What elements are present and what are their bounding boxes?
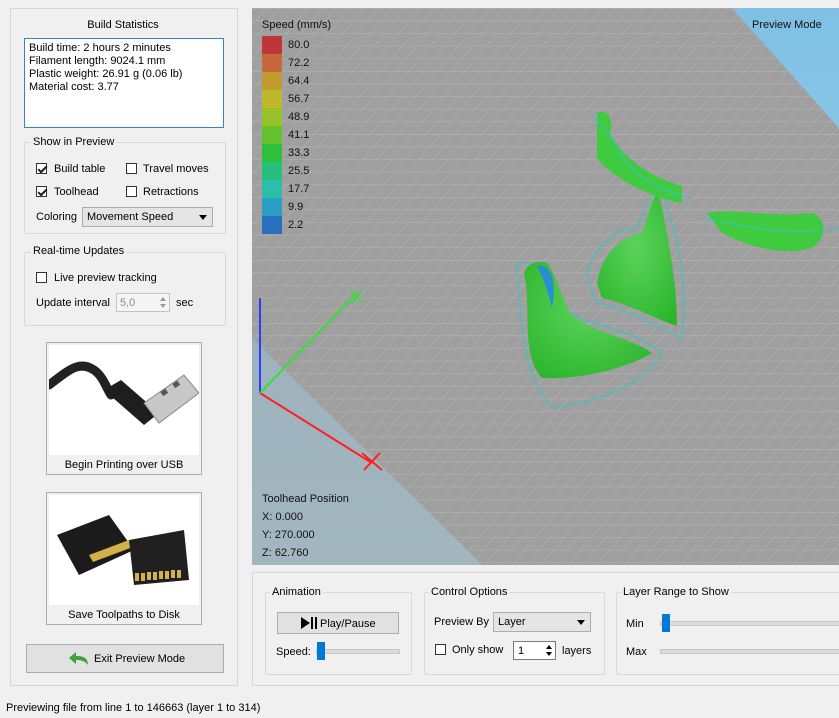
pause-bars-icon [311, 617, 317, 629]
only-show-label: Only show [452, 644, 504, 656]
update-interval-unit: sec [176, 297, 194, 309]
legend-value-9: 9.9 [288, 201, 304, 213]
min-slider-handle[interactable] [662, 614, 670, 632]
legend-swatch-0 [262, 36, 282, 54]
spin-down-icon[interactable] [546, 652, 552, 656]
coloring-label: Coloring [36, 211, 77, 223]
preview-by-value: Layer [498, 616, 526, 628]
legend-value-1: 72.2 [288, 57, 310, 69]
legend-swatch-9 [262, 198, 282, 216]
only-show-checkbox[interactable] [435, 644, 446, 655]
realtime-title: Real-time Updates [31, 245, 127, 257]
speed-slider-handle[interactable] [317, 642, 325, 660]
exit-button-label: Exit Preview Mode [94, 653, 186, 665]
toolhead-x: X: 0.000 [262, 511, 303, 523]
speed-legend-title: Speed (mm/s) [262, 19, 332, 31]
legend-swatch-2 [262, 72, 282, 90]
control-options-group [424, 592, 605, 675]
sd-card-icon [57, 515, 189, 585]
live-preview-label: Live preview tracking [54, 272, 157, 284]
preview-mode-label: Preview Mode [752, 19, 822, 31]
legend-swatch-7 [262, 162, 282, 180]
chevron-down-icon [577, 620, 585, 625]
coloring-value: Movement Speed [87, 211, 174, 223]
usb-image [49, 345, 199, 455]
preview-by-select[interactable]: Layer [493, 612, 591, 632]
legend-swatch-5 [262, 126, 282, 144]
legend-value-6: 33.3 [288, 147, 310, 159]
stat-material-cost: Material cost: 3.77 [29, 81, 119, 93]
toolhead-position-title: Toolhead Position [262, 493, 349, 505]
stat-build-time: Build time: 2 hours 2 minutes [29, 42, 171, 54]
control-options-title: Control Options [429, 586, 510, 598]
spin-up-icon[interactable] [546, 645, 552, 649]
retractions-checkbox[interactable] [126, 186, 137, 197]
min-slider-track[interactable] [660, 621, 839, 626]
legend-value-4: 48.9 [288, 111, 310, 123]
toolhead-label: Toolhead [54, 186, 99, 198]
show-in-preview-title: Show in Preview [31, 136, 117, 148]
spin-up-icon[interactable] [160, 297, 166, 301]
stat-plastic-weight: Plastic weight: 26.91 g (0.06 lb) [29, 68, 183, 80]
update-interval-spinbox[interactable]: 5,0 [116, 293, 170, 312]
update-interval-value: 5,0 [120, 297, 136, 309]
play-pause-icon [301, 617, 310, 629]
preview-viewport[interactable]: Preview Mode Speed (mm/s) 80.0 72.2 64.4… [252, 8, 839, 565]
legend-value-0: 80.0 [288, 39, 310, 51]
begin-printing-usb-button[interactable]: Begin Printing over USB [46, 342, 202, 475]
preview-by-label: Preview By [434, 616, 490, 628]
max-label: Max [626, 646, 647, 658]
legend-swatch-10 [262, 216, 282, 234]
coloring-select[interactable]: Movement Speed [82, 207, 213, 227]
legend-swatch-4 [262, 108, 282, 126]
toolhead-checkbox[interactable] [36, 186, 47, 197]
toolhead-z: Z: 62.760 [262, 547, 309, 559]
status-bar-text: Previewing file from line 1 to 146663 (l… [6, 702, 261, 714]
spin-down-icon[interactable] [160, 304, 166, 308]
travel-moves-label: Travel moves [143, 163, 209, 175]
viewport-scene [252, 8, 839, 565]
legend-value-5: 41.1 [288, 129, 310, 141]
layer-range-group [616, 592, 839, 675]
save-toolpaths-button[interactable]: Save Toolpaths to Disk [46, 492, 202, 625]
legend-swatch-6 [262, 144, 282, 162]
play-pause-button[interactable]: Play/Pause [277, 612, 399, 634]
legend-value-3: 56.7 [288, 93, 310, 105]
sd-card-image [49, 495, 199, 605]
legend-swatch-8 [262, 180, 282, 198]
live-preview-checkbox[interactable] [36, 272, 47, 283]
layer-range-title: Layer Range to Show [621, 586, 731, 598]
legend-swatch-3 [262, 90, 282, 108]
update-interval-label: Update interval [36, 297, 110, 309]
only-show-value: 1 [518, 645, 525, 657]
retractions-label: Retractions [143, 186, 199, 198]
layers-label: layers [562, 645, 592, 657]
legend-value-8: 17.7 [288, 183, 310, 195]
max-slider-track[interactable] [660, 649, 839, 654]
animation-title: Animation [270, 586, 323, 598]
only-show-spinbox[interactable]: 1 [513, 641, 556, 660]
legend-value-2: 64.4 [288, 75, 310, 87]
stat-filament-length: Filament length: 9024.1 mm [29, 55, 166, 67]
realtime-group [24, 252, 226, 326]
usb-button-label: Begin Printing over USB [64, 459, 184, 471]
legend-value-10: 2.2 [288, 219, 304, 231]
exit-preview-button[interactable]: Exit Preview Mode [26, 644, 224, 673]
toolhead-y: Y: 270.000 [262, 529, 315, 541]
travel-moves-checkbox[interactable] [126, 163, 137, 174]
min-label: Min [626, 618, 644, 630]
speed-label: Speed: [276, 646, 311, 658]
speed-slider-track[interactable] [316, 649, 400, 654]
build-table-checkbox[interactable] [36, 163, 47, 174]
disk-button-label: Save Toolpaths to Disk [68, 609, 180, 621]
play-pause-label: Play/Pause [320, 618, 376, 630]
legend-value-7: 25.5 [288, 165, 310, 177]
back-arrow-icon [69, 652, 88, 665]
build-statistics-box: Build time: 2 hours 2 minutes Filament l… [24, 38, 224, 128]
legend-swatch-1 [262, 54, 282, 72]
chevron-down-icon [199, 215, 207, 220]
build-statistics-title: Build Statistics [87, 19, 159, 31]
build-table-label: Build table [54, 163, 106, 175]
usb-cable-icon [49, 361, 199, 425]
